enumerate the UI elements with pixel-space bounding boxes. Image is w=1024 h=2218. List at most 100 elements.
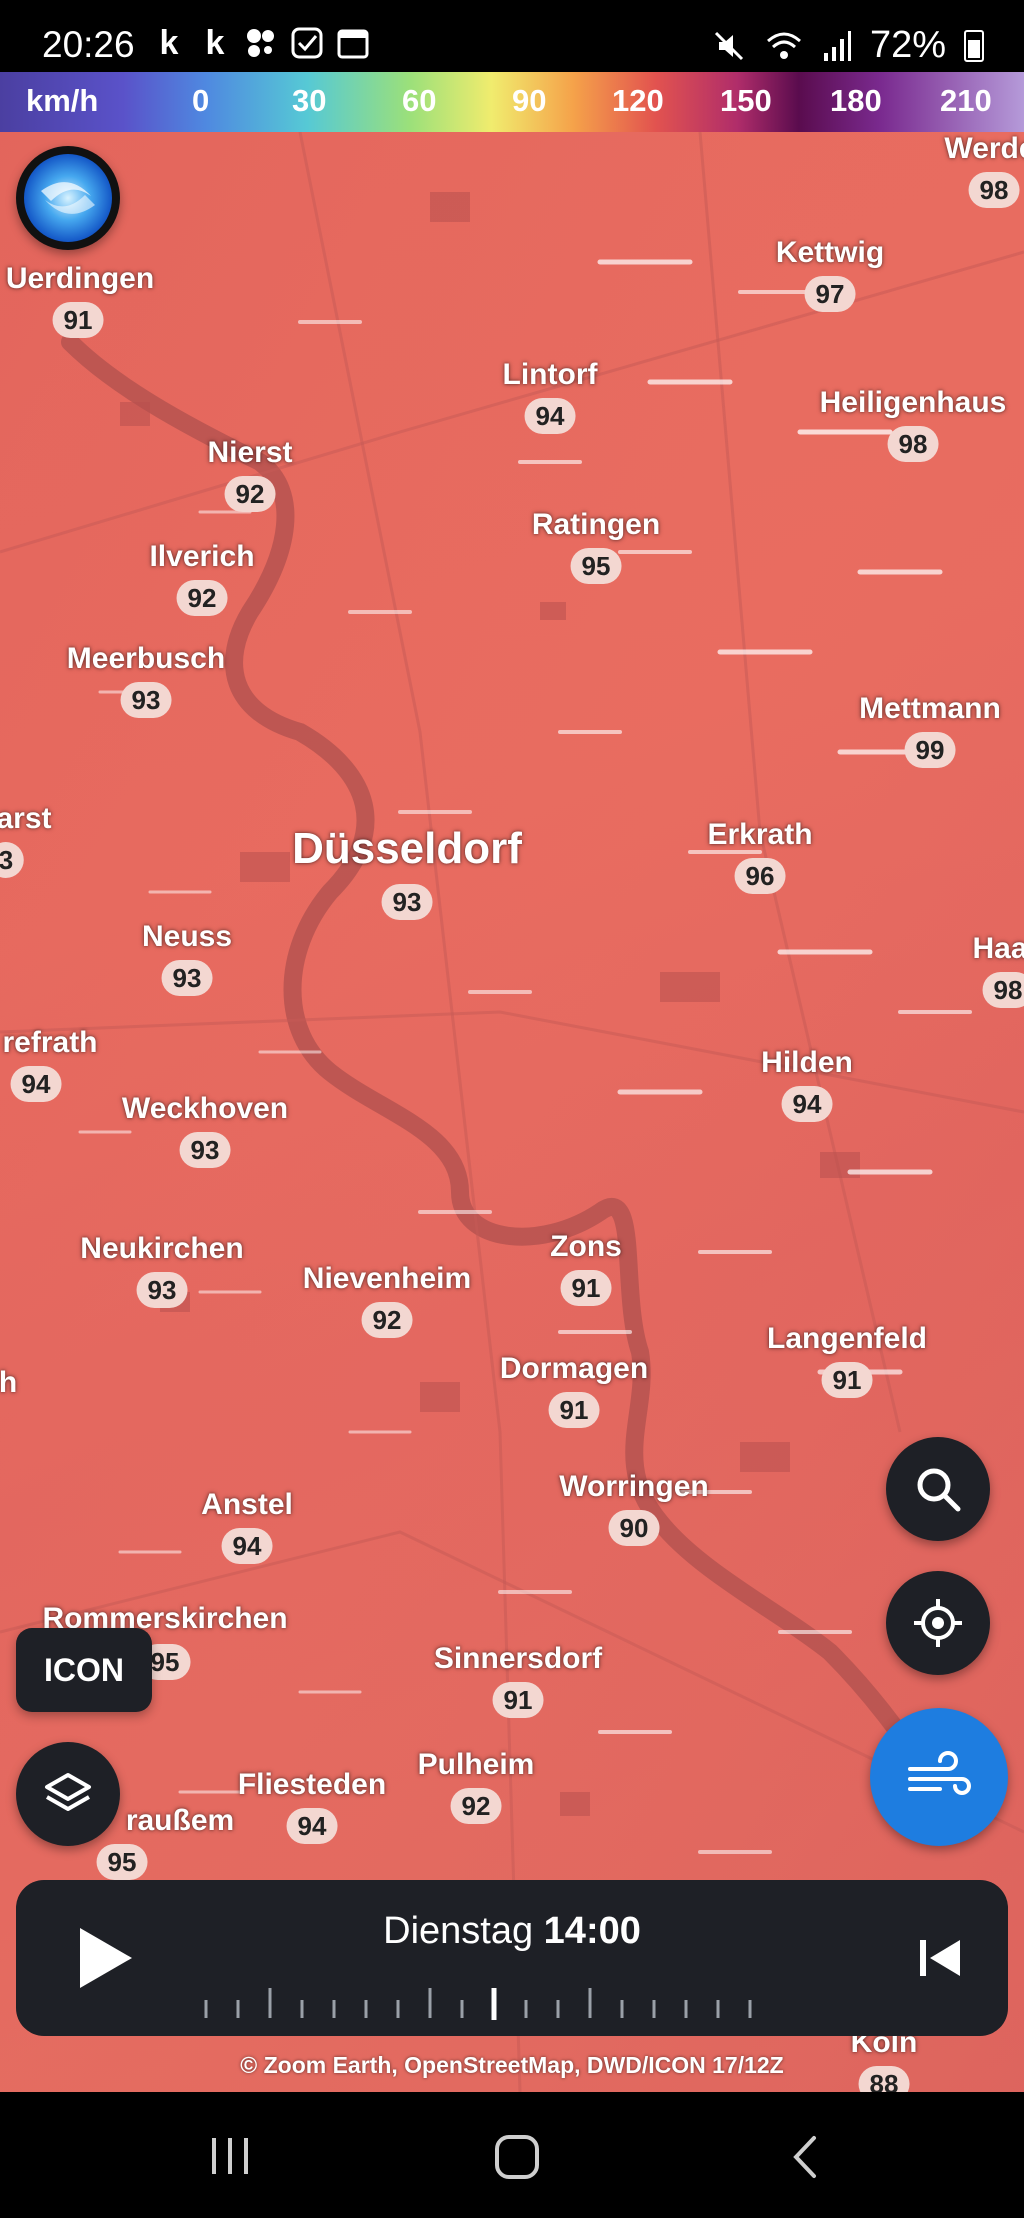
dots-app-icon <box>247 29 274 57</box>
wind-speed-pill[interactable]: 91 <box>560 1270 612 1306</box>
app-k-icon: k <box>159 24 179 62</box>
wind-layer-button[interactable] <box>870 1708 1008 1846</box>
wind-speed-pill[interactable]: 92 <box>176 580 228 616</box>
legend-stop: 90 <box>512 83 547 118</box>
skip-back-icon[interactable] <box>912 1930 968 1986</box>
wind-speed-pill[interactable]: 98 <box>982 972 1024 1008</box>
legend-stop: 150 <box>720 83 772 118</box>
city-label: Hilden <box>761 1046 853 1079</box>
status-time: 20:26 <box>42 24 135 65</box>
city-label: Werde <box>944 132 1024 165</box>
wind-speed-pill[interactable]: 91 <box>492 1682 544 1718</box>
map-attribution: © Zoom Earth, OpenStreetMap, DWD/ICON 17… <box>240 2052 784 2078</box>
city-label: Ratingen <box>531 508 661 541</box>
city-label: Uerdingen <box>5 262 155 295</box>
legend-stop: 180 <box>830 83 882 118</box>
city-label: Nierst <box>207 436 293 469</box>
city-label: Worringen <box>559 1470 709 1503</box>
city-label-major: Düsseldorf <box>292 824 522 873</box>
wind-speed-pill[interactable]: 90 <box>608 1510 660 1546</box>
mute-icon <box>714 31 743 60</box>
city-label: Kettwig <box>775 236 885 269</box>
city-label: refrath <box>2 1026 98 1059</box>
city-label: Ilverich <box>149 540 255 573</box>
city-label: Anstel <box>201 1488 293 1521</box>
wind-speed-pill[interactable]: 93 <box>136 1272 188 1308</box>
city-label: Haa <box>972 932 1024 965</box>
signal-icon <box>823 30 851 61</box>
city-label: Fliesteden <box>237 1768 387 1801</box>
wind-icon <box>908 1751 971 1795</box>
status-bar: 20:26 k k 72% <box>0 0 1024 72</box>
city-label: Nievenheim <box>302 1262 472 1295</box>
search-button[interactable] <box>886 1437 990 1541</box>
city-label: Neuss <box>141 920 233 953</box>
city-label: Erkrath <box>707 818 813 851</box>
notification-icons: k k <box>152 26 370 60</box>
wind-speed-pill[interactable]: 95 <box>570 548 622 584</box>
city-label: Pulheim <box>417 1748 535 1781</box>
city-label: Meerbusch <box>66 642 226 675</box>
city-label: Zons <box>550 1230 622 1263</box>
back-icon[interactable] <box>784 2134 828 2180</box>
city-label: Lintorf <box>502 358 598 391</box>
wind-speed-pill[interactable]: 92 <box>450 1788 502 1824</box>
wind-speed-pill[interactable]: 93 <box>161 960 213 996</box>
checkbox-icon <box>291 27 323 59</box>
weather-map[interactable]: Werde 98 Uerdingen 91 Kettwig 97 Lintorf… <box>0 132 1024 2092</box>
city-label: Langenfeld <box>766 1322 928 1355</box>
layers-button[interactable] <box>16 1742 120 1846</box>
wind-speed-pill[interactable]: 94 <box>781 1086 833 1122</box>
city-label: Sinnersdorf <box>433 1642 603 1675</box>
wind-speed-pill[interactable]: 93 <box>381 884 433 920</box>
city-label: Heiligenhaus <box>819 386 1007 419</box>
wind-speed-pill[interactable]: 94 <box>286 1808 338 1844</box>
wind-speed-pill[interactable]: 91 <box>52 302 104 338</box>
timeline-time: 14:00 <box>543 1910 641 1952</box>
wind-speed-pill[interactable]: 98 <box>968 172 1020 208</box>
model-select-button[interactable]: ICON <box>16 1628 152 1712</box>
battery-percent: 72% <box>869 24 946 66</box>
battery-icon <box>964 29 984 62</box>
wind-speed-pill[interactable]: 94 <box>524 398 576 434</box>
wind-speed-pill[interactable]: 96 <box>734 858 786 894</box>
legend-stop: 30 <box>292 83 327 118</box>
city-label: Weckhoven <box>121 1092 289 1125</box>
legend-stop: 0 <box>192 83 210 118</box>
zoom-earth-logo-button[interactable] <box>16 146 120 250</box>
status-right: 72% <box>712 24 984 67</box>
wind-speed-pill[interactable]: 94 <box>10 1066 62 1102</box>
wind-speed-pill[interactable]: 93 <box>120 682 172 718</box>
wind-speed-pill[interactable]: 95 <box>96 1844 148 1880</box>
wind-speed-legend: km/h 0 30 60 90 120 150 180 210 <box>0 72 1024 132</box>
wind-speed-pill[interactable]: 98 <box>887 426 939 462</box>
search-icon <box>917 1468 961 1512</box>
wind-speed-pill[interactable]: 91 <box>821 1362 873 1398</box>
city-label: raußem <box>125 1804 235 1837</box>
timeline-datetime: Dienstag 14:00 <box>16 1910 1008 1953</box>
my-location-button[interactable] <box>886 1571 990 1675</box>
wind-speed-pill[interactable]: 92 <box>224 476 276 512</box>
calendar-icon <box>337 29 369 59</box>
wifi-icon <box>766 32 801 59</box>
city-label: Mettmann <box>859 692 1001 725</box>
wind-speed-pill[interactable]: 94 <box>221 1528 273 1564</box>
timeline-scrubber[interactable] <box>186 1988 826 2022</box>
timeline-player: Dienstag 14:00 <box>16 1880 1008 2036</box>
layers-icon <box>45 1773 91 1811</box>
wind-speed-pill[interactable]: 93 <box>179 1132 231 1168</box>
wind-speed-pill[interactable]: 99 <box>904 732 956 768</box>
recent-apps-icon[interactable] <box>208 2134 252 2178</box>
app-k-icon: k <box>205 24 225 62</box>
wind-speed-pill[interactable]: 97 <box>804 276 856 312</box>
wind-speed-pill[interactable]: 91 <box>548 1392 600 1428</box>
wind-speed-pill[interactable]: 92 <box>361 1302 413 1338</box>
city-label: Dormagen <box>499 1352 649 1385</box>
legend-stop: 60 <box>402 83 437 118</box>
city-label: Neukirchen <box>80 1232 244 1265</box>
legend-stop: 120 <box>612 83 664 118</box>
legend-stop: 210 <box>940 83 992 118</box>
home-icon[interactable] <box>494 2134 540 2180</box>
system-navigation-bar <box>0 2092 1024 2218</box>
city-label: arst <box>0 802 52 835</box>
